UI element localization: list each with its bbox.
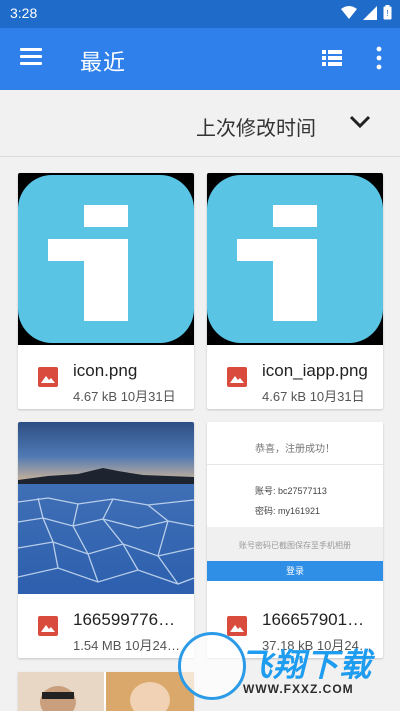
wifi-icon [341,5,357,19]
chevron-down-icon[interactable] [348,112,372,132]
file-card[interactable]: icon.png 4.67 kB 10月31日 [18,173,194,409]
status-time: 3:28 [10,5,38,21]
portrait-thumbnail [18,672,194,711]
svg-text:!: ! [386,9,388,18]
screenshot-password: 密码: my161921 [255,506,321,516]
sort-bar[interactable]: 上次修改时间 [0,90,400,157]
menu-icon[interactable] [20,48,42,66]
app-icon-image [18,175,194,343]
watermark-url: WWW.FXXZ.COM [243,682,354,696]
status-bar: 3:28 ! [0,0,400,28]
screenshot-note: 账号密码已截图保存至手机相册 [239,541,351,550]
app-bar: 最近 [0,28,400,90]
file-name: 166599776… [73,610,176,629]
file-thumbnail [207,173,383,345]
watermark: 飞翔下载 WWW.FXXZ.COM [178,632,400,711]
divider [207,464,383,465]
file-meta: icon.png 4.67 kB 10月31日 [18,345,194,409]
image-file-icon [38,616,58,636]
file-info: 4.67 kB 10月31日 [262,389,365,404]
file-info: 4.67 kB 10月31日 [73,389,176,404]
file-card[interactable]: icon_iapp.png 4.67 kB 10月31日 [207,173,383,409]
file-card-partial[interactable] [18,672,194,711]
image-file-icon [38,367,58,387]
file-name: icon_iapp.png [262,361,368,380]
list-view-icon[interactable] [322,50,342,66]
sort-label[interactable]: 上次修改时间 [196,112,316,141]
file-meta: 166599776… 1.54 MB 10月24… [18,594,194,658]
file-thumbnail [18,422,194,594]
screenshot-account: 账号: bc27577113 [255,486,327,496]
screenshot-thumbnail: 恭喜，注册成功！ 账号: bc27577113 密码: my161921 账号密… [207,422,383,594]
app-icon-image [207,175,383,343]
more-options-icon[interactable] [376,46,382,70]
screenshot-login-button: 登录 [207,561,383,581]
status-icons: ! [341,5,392,20]
file-name: 166657901… [262,610,365,629]
watermark-logo [178,632,246,700]
signal-icon [363,5,377,20]
page-title: 最近 [80,50,127,75]
file-meta: icon_iapp.png 4.67 kB 10月31日 [207,345,383,409]
file-thumbnail [18,173,194,345]
file-card[interactable]: 恭喜，注册成功！ 账号: bc27577113 密码: my161921 账号密… [207,422,383,658]
battery-icon: ! [383,5,392,20]
file-name: icon.png [73,361,138,380]
file-card[interactable]: 166599776… 1.54 MB 10月24… [18,422,194,658]
screenshot-title: 恭喜，注册成功！ [255,444,335,455]
landscape-photo [18,422,194,594]
file-info: 1.54 MB 10月24… [73,638,180,653]
image-file-icon [227,367,247,387]
watermark-brand: 飞翔下载 [240,647,373,683]
